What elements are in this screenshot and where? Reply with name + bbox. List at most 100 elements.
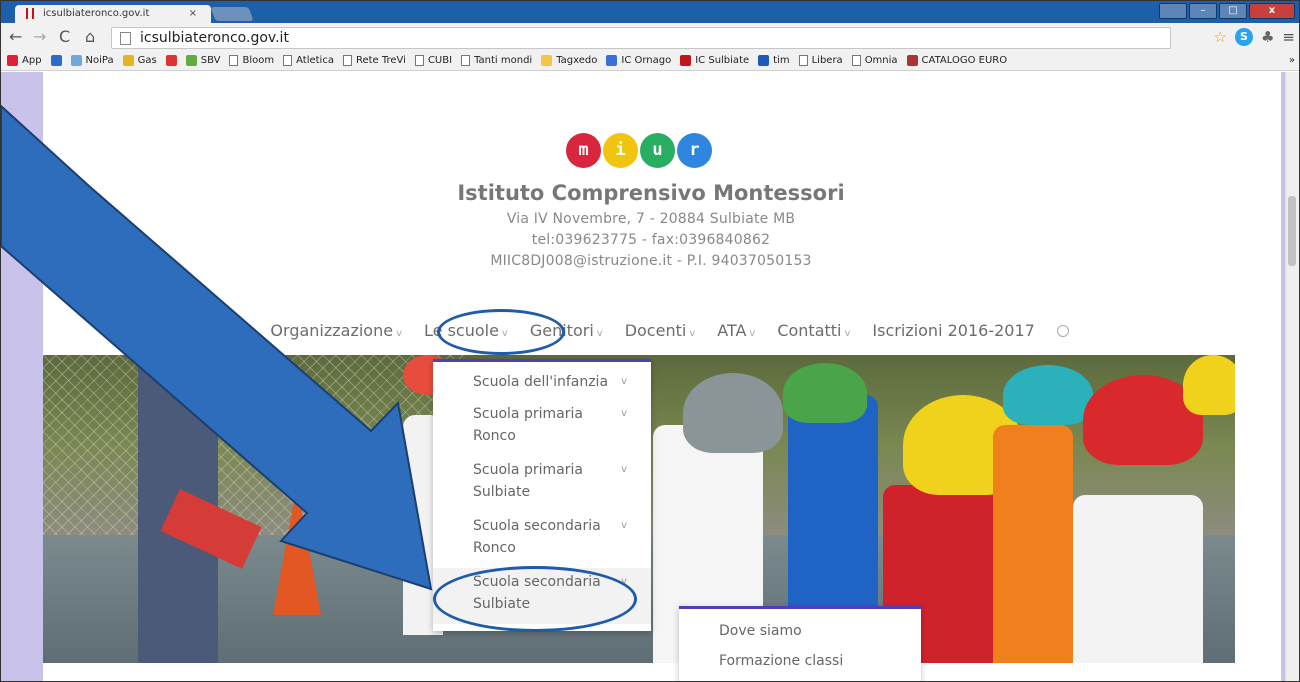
maximize-button[interactable]: □ [1219,3,1247,19]
bookmark-label: App [22,55,42,66]
dropdown-item[interactable]: Scuola primaria Ronco v [433,400,651,456]
dropdown-item[interactable]: Scuola primaria Sulbiate v [433,456,651,512]
bookmark-star-icon[interactable]: ☆ [1214,28,1227,46]
address-bar[interactable]: icsulbiateronco.gov.it [111,27,1171,49]
bookmark-item[interactable]: Bloom [229,55,274,66]
dropdown-item-label: Scuola secondaria Ronco [473,518,601,556]
browser-toolbar: ← → C ⌂ icsulbiateronco.gov.it ☆ S ♣ ≡ [1,23,1299,51]
browser-menu-icon[interactable]: ≡ [1282,28,1295,46]
bookmark-item[interactable]: Tagxedo [541,55,597,66]
search-icon[interactable] [1056,325,1069,337]
site-favicon [26,8,34,19]
bookmark-label: Atletica [296,55,334,66]
new-tab-button[interactable] [210,7,254,21]
bookmark-icon [50,55,62,66]
nav-item[interactable]: Home [114,321,161,340]
submenu-item[interactable]: Dove siamo [719,623,921,653]
bookmark-item[interactable]: SBV [185,55,221,66]
bookmark-item[interactable]: Rete TreVi [342,55,406,66]
browser-window: icsulbiateronco.gov.it × – □ x ← → C ⌂ i… [0,0,1300,682]
user-profile-icon[interactable] [1159,3,1187,19]
institute-name: Istituto Comprensivo Montessori [457,181,845,205]
chevron-down-icon: v [596,328,603,339]
extension-icon[interactable]: ♣ [1261,28,1274,46]
highlight-ellipse-le-scuole [437,309,565,355]
page-icon [229,55,239,66]
nav-item-label: Home [114,321,162,340]
bookmark-icon [185,55,197,66]
browser-tab[interactable]: icsulbiateronco.gov.it × [15,5,211,23]
nav-item-label: Docenti [624,321,687,340]
dropdown-item[interactable]: Scuola secondaria Ronco v [433,512,651,568]
logo-letter: u [640,133,675,168]
bookmark-item[interactable]: tim [758,55,790,66]
dropdown-item-label: Scuola dell'infanzia [473,374,609,390]
nav-item[interactable]: Organizzazione v [270,321,402,340]
chevron-down-icon: v [621,376,627,387]
bookmark-label: Libera [811,55,843,66]
bookmark-label: IC Sulbiate [695,55,750,66]
home-icon[interactable]: ⌂ [85,27,95,46]
nav-item[interactable]: ATA v [717,321,755,340]
tab-close-icon[interactable]: × [189,8,197,19]
bookmark-label: Bloom [242,55,275,66]
dropdown-item-label: Scuola primaria Sulbiate [473,462,583,500]
nav-item[interactable]: Iscrizioni 2016-2017 [872,321,1034,340]
page-icon [120,32,131,45]
chevron-down-icon: v [396,328,402,339]
forward-arrow-icon[interactable]: → [33,27,46,46]
close-window-button[interactable]: x [1249,3,1295,19]
minimize-button[interactable]: – [1189,3,1217,19]
bookmark-label: SBV [200,55,221,66]
bookmark-label: CUBI [427,55,453,66]
bookmark-item[interactable]: NoiPa [70,55,114,66]
submenu-item[interactable]: Formazione classi [719,653,921,681]
bookmark-label: Gas [137,55,157,66]
bookmark-label: tim [773,55,790,66]
bookmark-label: CATALOGO EURO [921,55,1008,66]
bookmark-item[interactable]: App [7,55,42,66]
bookmark-icon [7,55,18,66]
bookmark-icon [606,55,618,66]
dropdown-item-label: Scuola primaria Ronco [473,406,583,444]
bookmark-item[interactable] [165,55,177,66]
bookmarks-more-icon[interactable]: » [1289,55,1295,66]
page-icon [461,55,471,66]
miur-logo: miur [566,133,712,168]
logo-letter: i [603,133,638,168]
bookmark-item[interactable]: Omnia [851,55,898,66]
institute-email: MIIC8DJ008@istruzione.it - P.I. 94037050… [490,253,812,269]
nav-item[interactable]: Docenti v [625,321,696,340]
bookmark-label: NoiPa [85,55,114,66]
bookmark-label: IC Ornago [621,55,672,66]
bookmarks-bar: App NoiPa Gas SBV Bloom Atletica Rete TreVi CUB… [1,51,1299,71]
bookmark-label: Omnia [864,55,898,66]
back-arrow-icon[interactable]: ← [9,27,22,46]
reload-icon[interactable]: C [59,27,70,46]
institute-address: Via IV Novembre, 7 - 20884 Sulbiate MB [506,211,796,227]
nav-item-label: ATA [717,321,747,340]
nav-item-label: Contatti [777,321,842,340]
institute-header: Istituto Comprensivo Montessori Via IV N… [1,181,1299,274]
page-icon [342,55,352,66]
bookmark-item[interactable]: Atletica [283,55,334,66]
bookmark-item[interactable]: IC Ornago [606,55,671,66]
bookmark-item[interactable]: IC Sulbiate [680,55,749,66]
bookmark-item[interactable]: Gas [122,55,157,66]
bookmark-item[interactable]: CUBI [414,55,453,66]
url-text: icsulbiateronco.gov.it [140,30,289,46]
logo-letter: m [566,133,601,168]
chevron-down-icon: v [242,328,249,339]
nav-item[interactable]: Istituto v [183,321,248,340]
bookmark-item[interactable]: Libera [798,55,843,66]
nav-item[interactable]: Contatti v [777,321,850,340]
bookmark-item[interactable]: CATALOGO EURO [906,55,1008,66]
bookmark-icon [906,55,918,66]
skype-extension-icon[interactable]: S [1234,28,1253,46]
bookmark-icon [541,55,553,66]
bookmark-item[interactable] [50,55,62,66]
dropdown-item[interactable]: Scuola dell'infanzia v [433,368,651,400]
bookmark-label: Tagxedo [556,55,598,66]
bookmark-item[interactable]: Tanti mondi [461,55,532,66]
scrollbar[interactable] [1285,72,1299,681]
